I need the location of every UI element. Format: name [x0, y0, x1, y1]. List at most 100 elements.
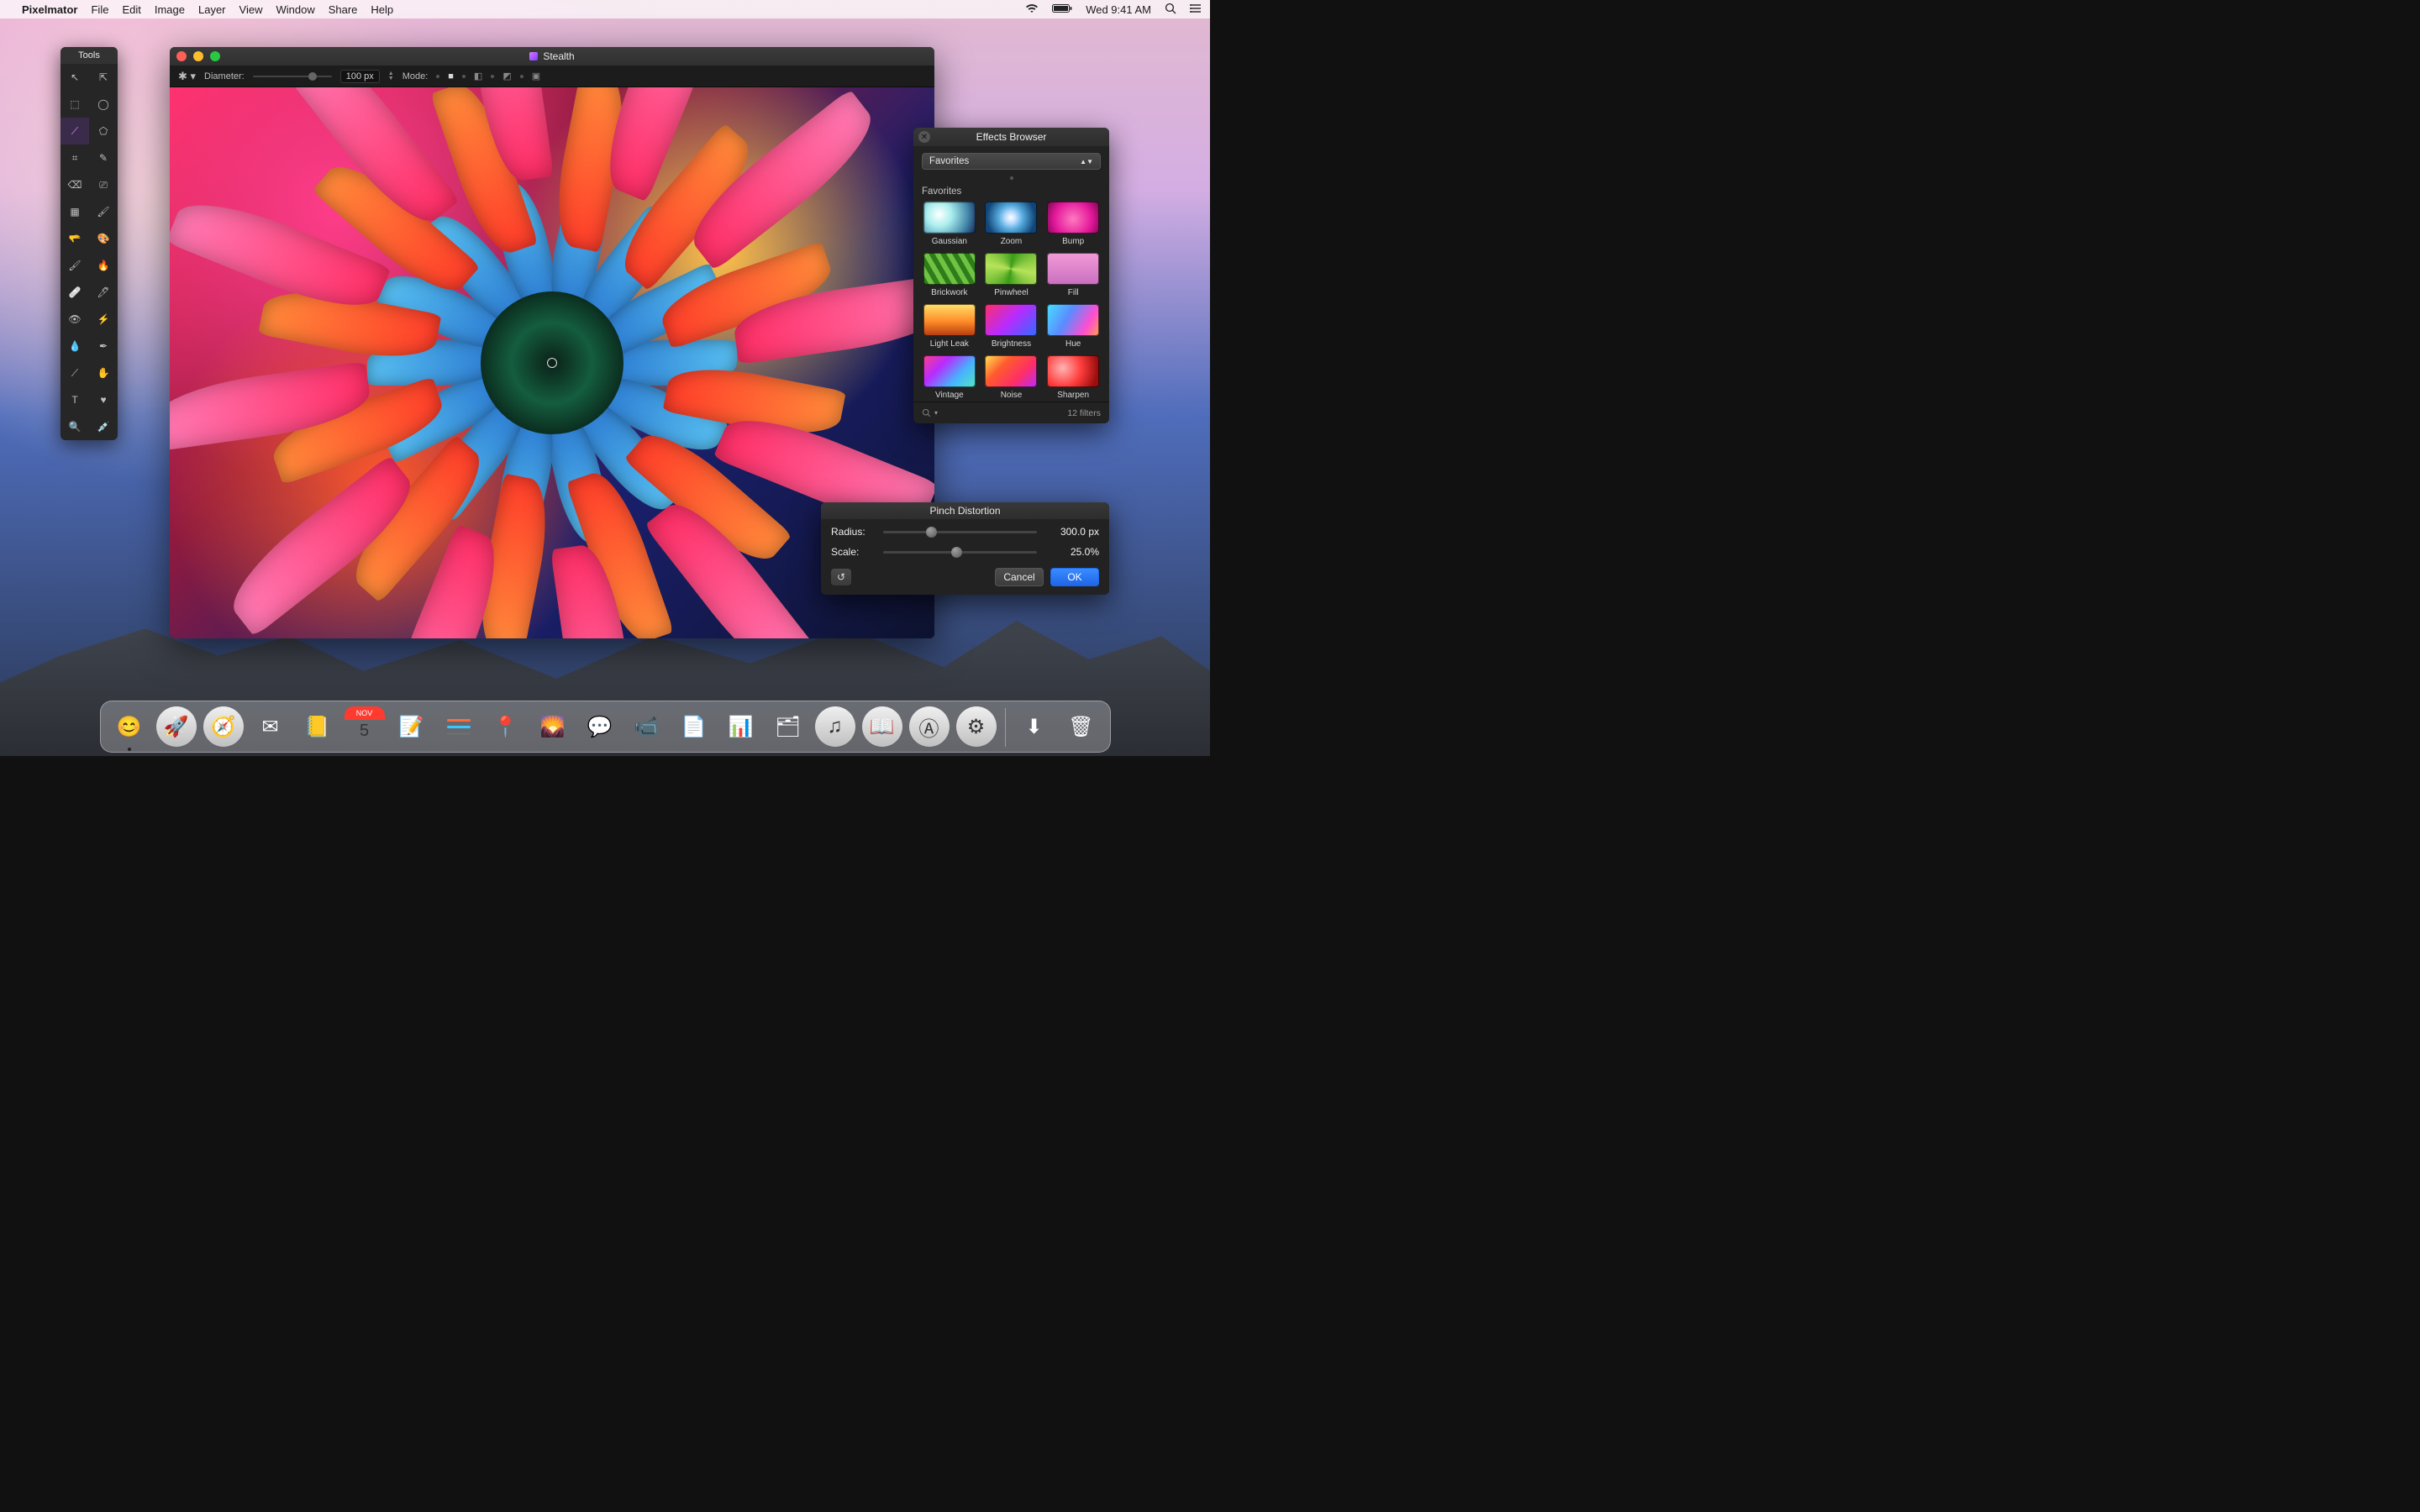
crop-tool[interactable]: ⌗ [60, 144, 89, 171]
effect-vintage[interactable]: Vintage [922, 355, 977, 400]
smudge-tool[interactable]: 🫳 [60, 225, 89, 252]
menubar-app-name[interactable]: Pixelmator [22, 3, 77, 16]
notes-app[interactable]: 📝 [392, 706, 432, 747]
close-icon[interactable]: ✕ [918, 131, 930, 143]
pixel-tool[interactable]: 🖊 [89, 279, 118, 306]
clone-tool[interactable]: 🖌 [60, 252, 89, 279]
red-eye-tool[interactable]: 👁 [60, 306, 89, 333]
effect-light-leak[interactable]: Light Leak [922, 304, 977, 349]
menubar-item-file[interactable]: File [91, 3, 108, 16]
diameter-stepper[interactable]: ▲▼ [388, 71, 394, 81]
type-tool[interactable]: T [60, 386, 89, 413]
effect-sharpen[interactable]: Sharpen [1045, 355, 1101, 400]
effect-noise[interactable]: Noise [984, 355, 1039, 400]
scale-slider[interactable] [883, 551, 1037, 554]
eraser-tool[interactable]: ⌫ [60, 171, 89, 198]
calendar-app[interactable]: NOV5 [345, 706, 385, 747]
mode-option-1[interactable]: ■ [448, 71, 454, 81]
numbers-app[interactable]: 📊 [721, 706, 761, 747]
system-prefs-app[interactable]: ⚙︎ [956, 706, 997, 747]
effect-brickwork[interactable]: Brickwork [922, 253, 977, 297]
diameter-slider[interactable] [253, 76, 332, 77]
blur-tool[interactable]: 💧 [60, 333, 89, 360]
ibooks-app[interactable]: 📖 [862, 706, 902, 747]
scale-value[interactable]: 25.0% [1045, 546, 1099, 558]
mail-app[interactable]: ✉︎ [250, 706, 291, 747]
document-titlebar[interactable]: Stealth [170, 47, 934, 66]
menubar-item-view[interactable]: View [239, 3, 263, 16]
shape-tool[interactable]: ♥ [89, 386, 118, 413]
effects-search-field[interactable]: ▾ [922, 408, 938, 417]
reset-button[interactable]: ↺ [831, 569, 851, 585]
effect-hue[interactable]: Hue [1045, 304, 1101, 349]
menubar-item-image[interactable]: Image [155, 3, 185, 16]
mode-option-2[interactable]: ◧ [474, 71, 482, 81]
facetime-app[interactable]: 📹 [627, 706, 667, 747]
pages-app[interactable]: 📄 [674, 706, 714, 747]
appstore-app[interactable]: Ⓐ [909, 706, 950, 747]
healing-tool[interactable]: 🩹 [60, 279, 89, 306]
menubar-item-window[interactable]: Window [276, 3, 314, 16]
magic-wand-tool[interactable]: ✎ [89, 144, 118, 171]
safari-app[interactable]: 🧭 [203, 706, 244, 747]
menubar-item-layer[interactable]: Layer [198, 3, 226, 16]
mode-option-3[interactable]: ◩ [502, 71, 511, 81]
downloads-stack[interactable]: ⬇︎ [1014, 706, 1055, 747]
effect-pinwheel[interactable]: Pinwheel [984, 253, 1039, 297]
paint-bucket-tool[interactable]: ⎚ [89, 171, 118, 198]
menubar-item-share[interactable]: Share [329, 3, 358, 16]
effects-browser-titlebar[interactable]: ✕ Effects Browser [913, 128, 1109, 146]
contacts-app[interactable]: 📒 [297, 706, 338, 747]
effect-fill[interactable]: Fill [1045, 253, 1101, 297]
photos-app[interactable]: 🌄 [533, 706, 573, 747]
launchpad-app[interactable]: 🚀 [156, 706, 197, 747]
ellipse-marquee-tool[interactable]: ◯ [89, 91, 118, 118]
hand-tool[interactable]: ✋ [89, 360, 118, 386]
effect-bump[interactable]: Bump [1045, 202, 1101, 246]
effect-gaussian[interactable]: Gaussian [922, 202, 977, 246]
gradient-tool[interactable]: ▦ [60, 198, 89, 225]
tools-palette: Tools ↖⇱⬚◯⟋⬠⌗✎⌫⎚▦🖌🫳🎨🖌🔥🩹🖊👁⚡💧✒⟋✋T♥🔍💉 [60, 47, 118, 440]
notification-center-icon[interactable] [1190, 3, 1202, 16]
cancel-button[interactable]: Cancel [995, 568, 1044, 586]
sponge-tool[interactable]: 🔥 [89, 252, 118, 279]
transform-tool[interactable]: ⇱ [89, 64, 118, 91]
diameter-value[interactable]: 100 px [340, 70, 380, 83]
finder-app[interactable]: 😊 [109, 706, 150, 747]
canvas[interactable] [170, 87, 934, 638]
slice-tool[interactable]: ⟋ [60, 360, 89, 386]
menubar-clock[interactable]: Wed 9:41 AM [1086, 3, 1151, 16]
polygonal-lasso-tool[interactable]: ⬠ [89, 118, 118, 144]
itunes-app[interactable]: ♫ [815, 706, 855, 747]
mode-option-4[interactable]: ▣ [532, 71, 540, 81]
effect-zoom[interactable]: Zoom [984, 202, 1039, 246]
battery-icon[interactable] [1052, 3, 1072, 16]
keynote-app[interactable]: 🗂 [768, 706, 808, 747]
lasso-tool[interactable]: ⟋ [60, 118, 89, 144]
color-picker-tool[interactable]: 🎨 [89, 225, 118, 252]
eyedropper-tool[interactable]: 💉 [89, 413, 118, 440]
wifi-icon[interactable] [1025, 3, 1039, 16]
pinch-distortion-titlebar[interactable]: Pinch Distortion [821, 502, 1109, 519]
spotlight-icon[interactable] [1165, 3, 1176, 17]
effect-brightness[interactable]: Brightness [984, 304, 1039, 349]
menubar-item-help[interactable]: Help [371, 3, 393, 16]
maps-app[interactable]: 📍 [486, 706, 526, 747]
messages-app[interactable]: 💬 [580, 706, 620, 747]
effect-center-crosshair[interactable] [547, 358, 557, 368]
ok-button[interactable]: OK [1050, 568, 1099, 586]
menubar-item-edit[interactable]: Edit [122, 3, 140, 16]
reminders-app[interactable] [439, 706, 479, 747]
sharpen-tool[interactable]: ⚡ [89, 306, 118, 333]
tool-options-gear-icon[interactable]: ✱ ▾ [178, 70, 196, 83]
brush-tool[interactable]: 🖌 [89, 198, 118, 225]
effect-thumbnail [923, 304, 976, 336]
trash[interactable]: 🗑 [1061, 706, 1102, 747]
radius-value[interactable]: 300.0 px [1045, 526, 1099, 538]
rect-marquee-tool[interactable]: ⬚ [60, 91, 89, 118]
move-tool[interactable]: ↖ [60, 64, 89, 91]
radius-slider[interactable] [883, 531, 1037, 533]
zoom-tool[interactable]: 🔍 [60, 413, 89, 440]
effects-category-select[interactable]: Favorites ▲▼ [922, 153, 1101, 170]
pen-tool[interactable]: ✒ [89, 333, 118, 360]
